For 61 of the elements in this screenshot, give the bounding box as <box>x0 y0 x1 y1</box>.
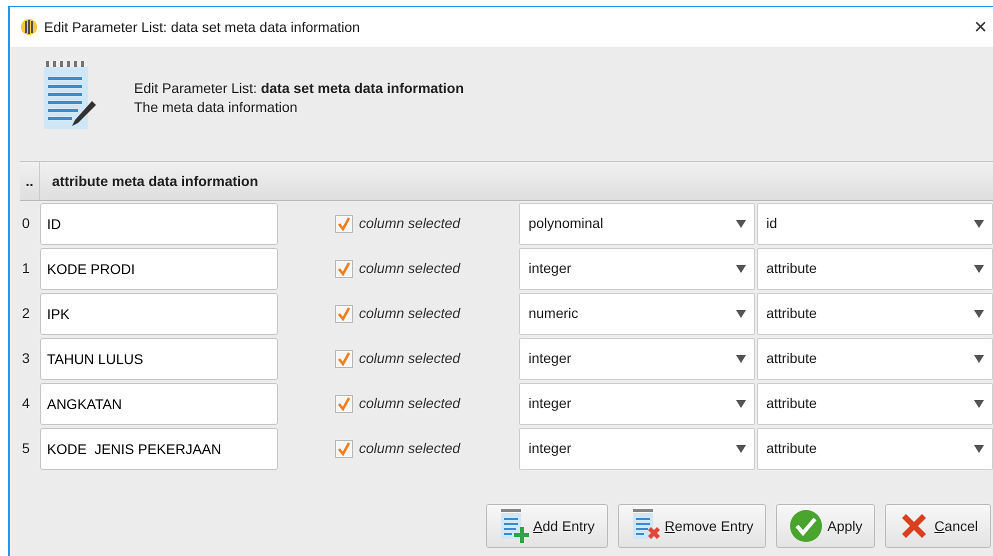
checkbox[interactable] <box>335 440 354 458</box>
cancel-button[interactable]: Cancel <box>885 504 991 548</box>
checkbox[interactable] <box>335 350 354 368</box>
row-number: 5 <box>21 439 31 458</box>
type-dropdown[interactable]: numeric <box>519 292 756 334</box>
caret-icon <box>736 400 746 408</box>
row-number: 1 <box>21 259 31 278</box>
role-dropdown[interactable]: attribute <box>757 338 993 380</box>
column-header: attribute meta data information <box>51 172 258 190</box>
row-number: 3 <box>21 349 31 368</box>
caret-icon <box>974 444 984 452</box>
checkbox[interactable] <box>335 394 354 412</box>
name-field[interactable]: TAHUN LULUS <box>40 338 278 380</box>
caret-icon <box>974 400 984 408</box>
add-entry-button[interactable]: Add Entry <box>486 504 608 548</box>
type-dropdown[interactable]: integer <box>519 382 756 424</box>
name-field[interactable]: KODE PRODI <box>40 248 278 290</box>
caret-icon <box>974 310 984 318</box>
caret-icon <box>736 444 746 452</box>
checkbox[interactable] <box>335 304 354 322</box>
window-title: Edit Parameter List: data set meta data information <box>44 18 361 36</box>
checkbox-label: column selected <box>359 259 460 278</box>
name-field[interactable]: IPK <box>40 292 278 334</box>
checkbox-label: column selected <box>359 394 460 413</box>
caret-icon <box>736 354 746 362</box>
role-dropdown[interactable]: attribute <box>757 382 993 424</box>
role-dropdown[interactable]: id <box>757 202 993 244</box>
checkbox[interactable] <box>335 214 354 232</box>
checkbox-label: column selected <box>359 439 460 458</box>
type-dropdown[interactable]: integer <box>519 428 756 470</box>
check-circle-icon <box>789 509 824 543</box>
caret-icon <box>736 264 746 272</box>
role-dropdown[interactable]: attribute <box>757 248 993 290</box>
caret-icon <box>736 310 746 318</box>
name-field[interactable]: ID <box>40 202 278 244</box>
name-field[interactable]: ANGKATAN <box>40 382 278 424</box>
checkbox-label: column selected <box>359 214 460 233</box>
name-field[interactable]: KODE JENIS PEKERJAAN <box>40 428 278 470</box>
row-number: 4 <box>21 394 31 413</box>
caret-icon <box>974 220 984 228</box>
role-dropdown[interactable]: attribute <box>757 292 993 334</box>
row-number: 2 <box>21 304 31 323</box>
type-dropdown[interactable]: polynominal <box>519 202 756 244</box>
header-title: Edit Parameter List: data set meta data information <box>134 79 464 98</box>
caret-icon <box>974 264 984 272</box>
caret-icon <box>736 220 746 228</box>
notepad-plus-icon <box>499 509 530 543</box>
checkbox[interactable] <box>335 260 354 278</box>
remove-entry-button[interactable]: Remove Entry <box>618 504 766 548</box>
type-dropdown[interactable]: integer <box>519 248 756 290</box>
header-subtitle: The meta data information <box>134 98 298 117</box>
type-dropdown[interactable]: integer <box>519 338 756 380</box>
app-icon <box>20 18 38 36</box>
apply-button[interactable]: Apply <box>776 504 876 548</box>
checkbox-label: column selected <box>359 304 460 323</box>
caret-icon <box>974 354 984 362</box>
row-number: 0 <box>21 214 31 233</box>
role-dropdown[interactable]: attribute <box>757 428 993 470</box>
column-header: .. <box>26 172 34 190</box>
close-button[interactable]: × <box>968 16 993 38</box>
checkbox-label: column selected <box>359 349 460 368</box>
